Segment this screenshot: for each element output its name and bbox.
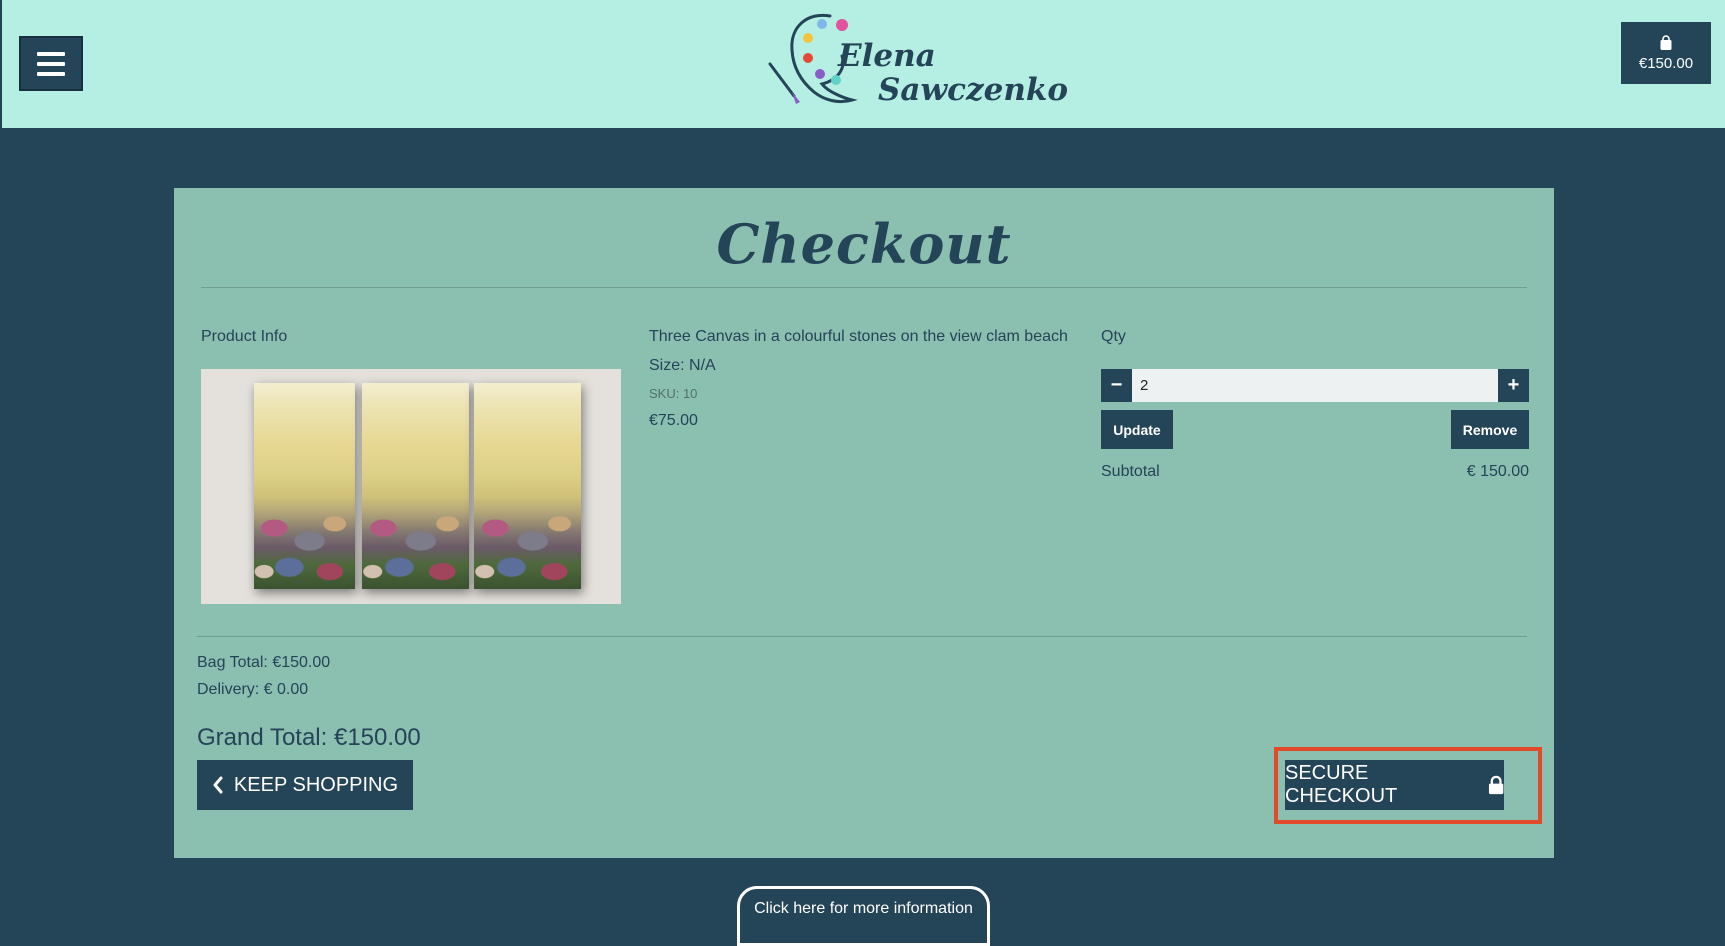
- grand-total: Grand Total: €150.00: [197, 724, 421, 751]
- keep-shopping-label: KEEP SHOPPING: [233, 773, 399, 796]
- canvas-panel: [474, 383, 581, 589]
- menu-icon-bar: [37, 71, 65, 76]
- quantity-input[interactable]: [1132, 369, 1498, 402]
- canvas-panel: [254, 383, 355, 589]
- cart-total: €150.00: [1638, 54, 1694, 72]
- product-sku: SKU: 10: [649, 386, 698, 401]
- product-name: Three Canvas in a colourful stones on th…: [649, 328, 1068, 345]
- page-title: Checkout: [716, 212, 1012, 276]
- checkout-card: Checkout Product Info Three Canvas in a …: [174, 188, 1554, 858]
- increment-button[interactable]: +: [1498, 369, 1529, 402]
- canvas-panel: [362, 383, 469, 589]
- quantity-stepper: − +: [1101, 369, 1529, 402]
- secure-checkout-label: SECURE CHECKOUT: [1285, 762, 1398, 807]
- subtotal-label: Subtotal: [1101, 463, 1160, 480]
- update-button[interactable]: Update: [1101, 410, 1173, 449]
- cart-button[interactable]: €150.00: [1621, 22, 1711, 84]
- product-price: €75.00: [649, 412, 698, 429]
- keep-shopping-button[interactable]: KEEP SHOPPING: [197, 760, 413, 810]
- more-info-tab[interactable]: Click here for more information: [737, 886, 990, 946]
- bag-total: Bag Total: €150.00: [197, 654, 331, 671]
- decrement-button[interactable]: −: [1101, 369, 1132, 402]
- product-info-label: Product Info: [201, 328, 288, 345]
- secure-checkout-button[interactable]: SECURE CHECKOUT: [1285, 760, 1504, 810]
- divider: [201, 287, 1527, 288]
- site-header: Elena Sawczenko €150.00: [0, 0, 1725, 128]
- menu-icon-bar: [37, 51, 65, 56]
- qty-label: Qty: [1101, 328, 1126, 345]
- subtotal-value: € 150.00: [1466, 463, 1529, 480]
- remove-button[interactable]: Remove: [1451, 410, 1529, 449]
- site-logo[interactable]: Elena Sawczenko: [768, 8, 1068, 120]
- logo-text-first-name: Elena: [838, 38, 936, 74]
- menu-icon-bar: [37, 61, 65, 66]
- delivery-cost: Delivery: € 0.00: [197, 681, 309, 698]
- hamburger-menu-button[interactable]: [19, 36, 83, 91]
- shopping-bag-icon: [1660, 34, 1672, 50]
- chevron-left-icon: [213, 776, 223, 794]
- divider: [197, 636, 1527, 637]
- product-size: Size: N/A: [649, 357, 716, 374]
- product-image: [201, 369, 621, 604]
- logo-text-last-name: Sawczenko: [878, 72, 1069, 108]
- lock-icon: [1488, 775, 1504, 795]
